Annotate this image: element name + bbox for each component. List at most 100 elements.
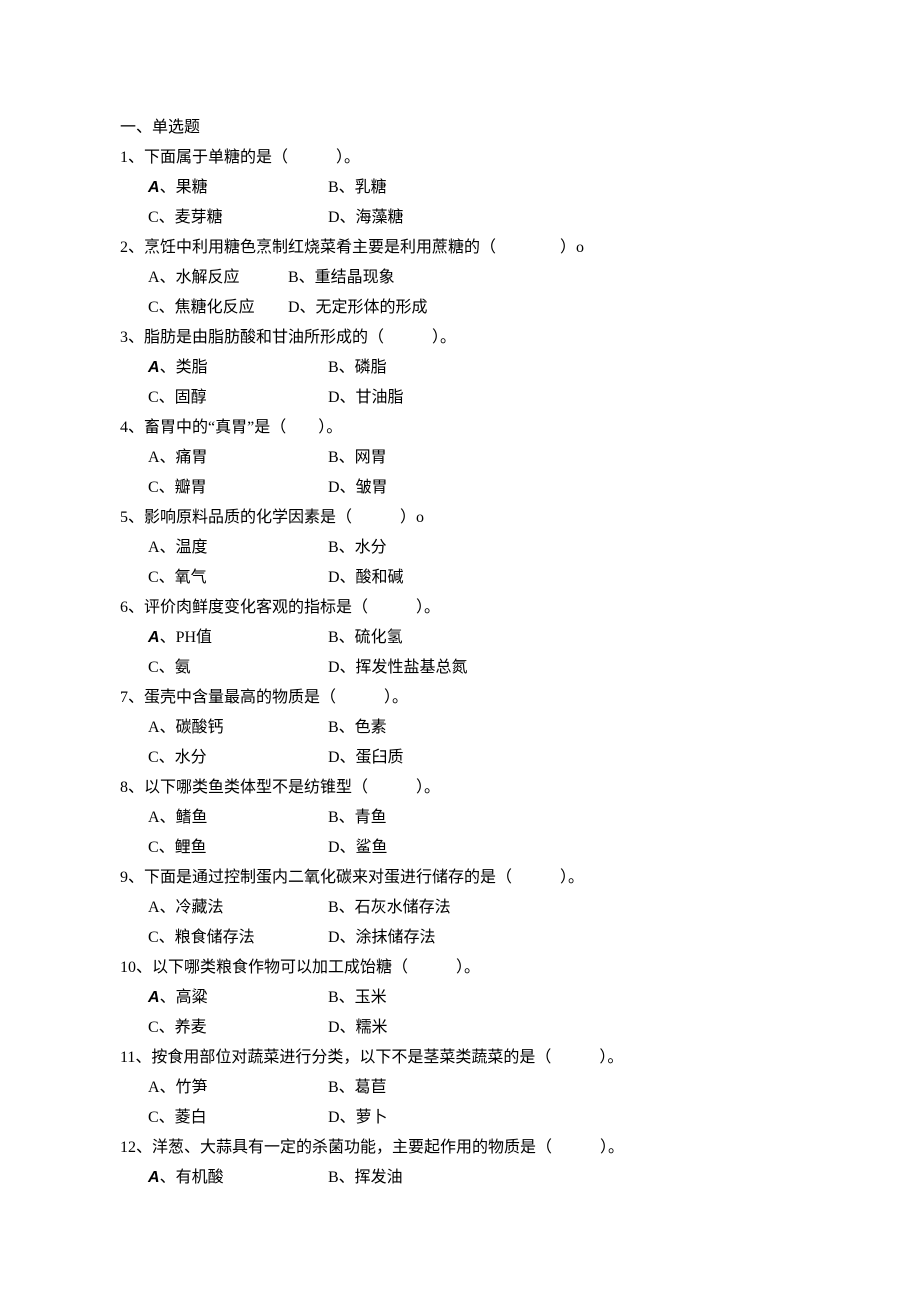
- option-text: A、鳍鱼: [148, 809, 208, 826]
- option-b: B、色素: [328, 720, 387, 736]
- option-row: C、鲤鱼 D、鲨鱼: [120, 840, 920, 856]
- option-a: C、鲤鱼: [148, 840, 328, 856]
- option-row: A、温度B、水分: [120, 540, 920, 556]
- question-text: 12、洋葱、大蒜具有一定的杀菌功能，主要起作用的物质是（ ）。: [120, 1140, 920, 1156]
- option-text: 、果糖: [160, 179, 208, 196]
- option-text: C、氨: [148, 659, 191, 676]
- option-b: B、石灰水储存法: [328, 900, 451, 916]
- option-text: B、色素: [328, 719, 387, 736]
- option-text: B、网胃: [328, 449, 387, 466]
- option-row: C、氨 D、挥发性盐基总氮: [120, 660, 920, 676]
- option-row: C、水分 D、蛋臼质: [120, 750, 920, 766]
- option-text: 、PH值: [160, 629, 212, 646]
- option-row: A、痛胃B、网胃: [120, 450, 920, 466]
- option-row: C、固醇D、甘油脂: [120, 390, 920, 406]
- option-text: C、焦糖化反应: [148, 299, 255, 316]
- question-text: 7、蛋壳中含量最高的物质是（ ）。: [120, 690, 920, 706]
- question-text: 8、以下哪类鱼类体型不是纺锥型（ ）。: [120, 780, 920, 796]
- option-a: C、固醇: [148, 390, 328, 406]
- option-b: B、磷脂: [328, 360, 387, 376]
- option-text: D、无定形体的形成: [288, 299, 428, 316]
- option-a: C、菱白: [148, 1110, 328, 1126]
- option-text: A、竹笋: [148, 1079, 208, 1096]
- option-text: D、甘油脂: [328, 389, 404, 406]
- option-row: A、高粱B、玉米: [120, 990, 920, 1006]
- option-label: A: [148, 1169, 160, 1186]
- option-text: D、涂抹储存法: [328, 929, 436, 946]
- option-text: C、水分: [148, 749, 207, 766]
- question-text: 9、下面是通过控制蛋内二氧化碳来对蛋进行储存的是（ ）。: [120, 870, 920, 886]
- option-text: D、鲨鱼: [328, 839, 388, 856]
- option-text: B、重结晶现象: [288, 269, 395, 286]
- option-b: B、重结晶现象: [288, 270, 395, 286]
- option-b: D、皱胃: [328, 480, 388, 496]
- option-b: D、涂抹储存法: [328, 930, 436, 946]
- option-a: A、PH值: [148, 630, 328, 646]
- option-b: D、萝卜: [328, 1110, 388, 1126]
- option-b: B、葛苣: [328, 1080, 387, 1096]
- option-row: C、氧气D、酸和碱: [120, 570, 920, 586]
- option-row: A、碳酸钙B、色素: [120, 720, 920, 736]
- option-b: D、无定形体的形成: [288, 300, 428, 316]
- option-text: D、海藻糖: [328, 209, 404, 226]
- option-b: D、蛋臼质: [328, 750, 404, 766]
- option-label: A: [148, 179, 160, 196]
- option-text: A、水解反应: [148, 269, 240, 286]
- option-text: D、糯米: [328, 1019, 388, 1036]
- option-text: D、蛋臼质: [328, 749, 404, 766]
- option-text: C、瓣胃: [148, 479, 207, 496]
- option-a: A、果糖: [148, 180, 328, 196]
- option-b: D、挥发性盐基总氮: [328, 660, 468, 676]
- option-a: C、粮食储存法: [148, 930, 328, 946]
- option-row: C、焦糖化反应 D、无定形体的形成: [120, 300, 920, 316]
- option-text: B、硫化氢: [328, 629, 403, 646]
- option-b: D、鲨鱼: [328, 840, 388, 856]
- option-a: A、类脂: [148, 360, 328, 376]
- option-a: C、氨: [148, 660, 328, 676]
- option-b: B、网胃: [328, 450, 387, 466]
- option-text: D、萝卜: [328, 1109, 388, 1126]
- option-b: D、糯米: [328, 1020, 388, 1036]
- option-text: B、石灰水储存法: [328, 899, 451, 916]
- option-text: C、菱白: [148, 1109, 207, 1126]
- option-row: A、PH值B、硫化氢: [120, 630, 920, 646]
- option-text: B、乳糖: [328, 179, 387, 196]
- option-row: C、粮食储存法D、涂抹储存法: [120, 930, 920, 946]
- option-a: C、水分: [148, 750, 328, 766]
- question-text: 10、以下哪类粮食作物可以加工成饴糖（ ）。: [120, 960, 920, 976]
- option-text: 、类脂: [160, 359, 208, 376]
- option-row: A、竹笋 B、葛苣: [120, 1080, 920, 1096]
- option-row: C、菱白 D、萝卜: [120, 1110, 920, 1126]
- option-row: C、养麦D、糯米: [120, 1020, 920, 1036]
- option-text: C、鲤鱼: [148, 839, 207, 856]
- option-text: 、高粱: [160, 989, 208, 1006]
- option-row: A、冷藏法 B、石灰水储存法: [120, 900, 920, 916]
- option-b: D、海藻糖: [328, 210, 404, 226]
- option-b: B、挥发油: [328, 1170, 403, 1186]
- option-a: C、瓣胃: [148, 480, 328, 496]
- option-a: A、鳍鱼: [148, 810, 328, 826]
- option-text: B、磷脂: [328, 359, 387, 376]
- option-a: C、焦糖化反应: [148, 300, 288, 316]
- option-b: D、酸和碱: [328, 570, 404, 586]
- option-b: B、硫化氢: [328, 630, 403, 646]
- question-text: 1、下面属于单糖的是（ ）。: [120, 150, 920, 166]
- option-row: C、麦芽糖D、海藻糖: [120, 210, 920, 226]
- question-text: 4、畜胃中的“真胃”是（ ）。: [120, 420, 920, 436]
- option-text: A、温度: [148, 539, 208, 556]
- option-a: A、竹笋: [148, 1080, 328, 1096]
- option-text: 、有机酸: [160, 1169, 224, 1186]
- option-a: C、麦芽糖: [148, 210, 328, 226]
- option-text: A、冷藏法: [148, 899, 224, 916]
- option-a: A、有机酸: [148, 1170, 328, 1186]
- option-a: A、冷藏法: [148, 900, 328, 916]
- option-a: A、水解反应: [148, 270, 288, 286]
- option-a: A、温度: [148, 540, 328, 556]
- option-a: C、养麦: [148, 1020, 328, 1036]
- option-row: A、类脂B、磷脂: [120, 360, 920, 376]
- option-row: A、果糖B、乳糖: [120, 180, 920, 196]
- question-text: 2、烹饪中利用糖色烹制红烧菜肴主要是利用蔗糖的（ ）o: [120, 240, 920, 256]
- option-label: A: [148, 359, 160, 376]
- exam-content: 一、单选题1、下面属于单糖的是（ ）。A、果糖B、乳糖C、麦芽糖D、海藻糖2、烹…: [120, 120, 920, 1186]
- option-b: D、甘油脂: [328, 390, 404, 406]
